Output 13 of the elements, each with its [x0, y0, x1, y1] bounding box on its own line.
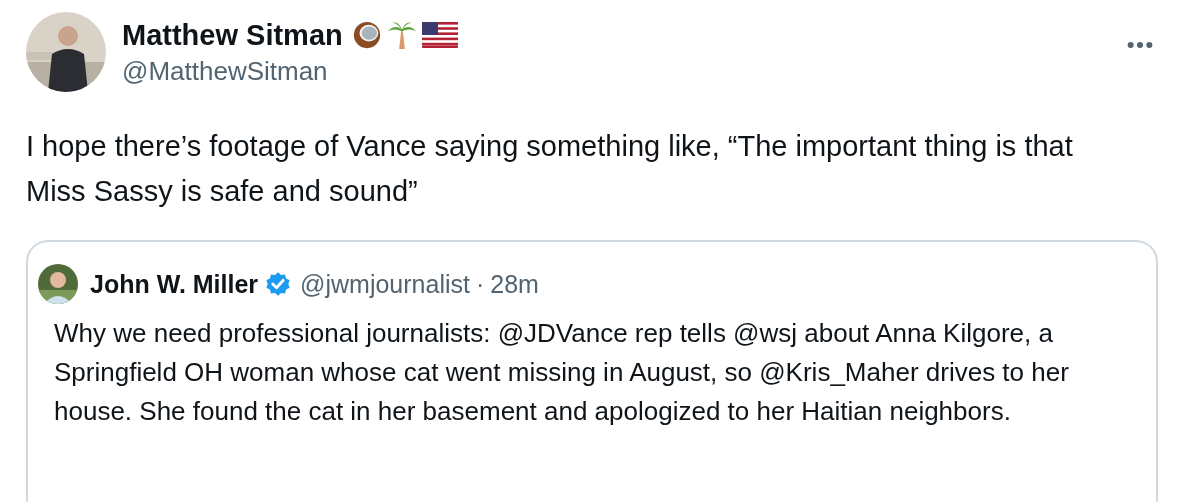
tweet-text: I hope there’s footage of Vance saying something like, “The important thing is that Miss Sassy is safe and sound”	[26, 129, 1074, 209]
coconut-icon	[351, 20, 382, 50]
author-handle[interactable]: @jwmjournalist	[300, 269, 470, 299]
flag-icon	[421, 22, 458, 48]
quoted-text: Why we need professional journalists: @JDVance rep tells @wsj about Anna Kilgore, a Springfield OH woman whose cat went missing in August, so @Kris_Maher drives to her house. She found the cat in her basement and apologized to her Haitian neighbors.	[54, 317, 1070, 428]
author-handle[interactable]: @MatthewSitman	[122, 56, 1126, 87]
quoted-tweet[interactable]	[26, 240, 1158, 502]
palm-tree-icon	[386, 20, 417, 50]
timestamp: 28m	[490, 269, 539, 299]
author-name[interactable]: John W. Miller	[90, 269, 259, 299]
author-name[interactable]: Matthew Sitman	[122, 18, 343, 52]
separator: ·	[475, 269, 485, 299]
more-icon[interactable]	[1126, 40, 1154, 50]
